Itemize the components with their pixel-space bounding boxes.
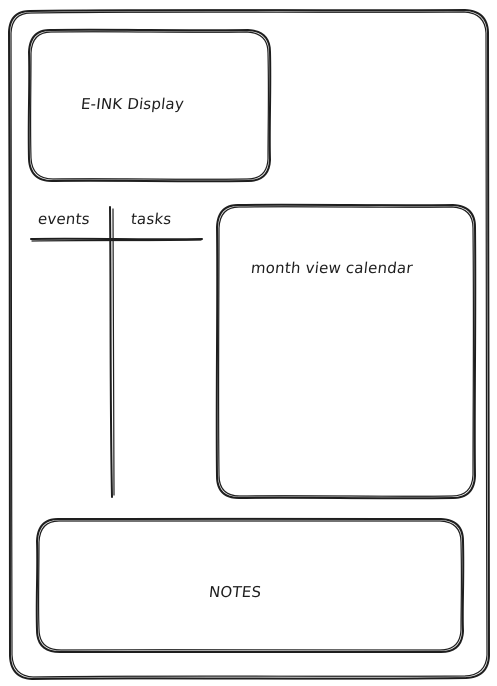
calendar-box [215,203,477,500]
list-header-divider [30,237,203,241]
tasks-column-header: tasks [130,210,173,228]
events-column-header: events [37,210,91,228]
eink-display-label: E-INK Display [80,95,185,113]
notes-label: NOTES [208,583,263,601]
list-column-divider-overstroke [112,208,115,496]
calendar-label: month view calendar [250,259,414,277]
list-header-divider-overstroke [31,239,202,242]
list-column-divider [109,206,113,498]
calendar-box-overstroke [217,206,475,497]
